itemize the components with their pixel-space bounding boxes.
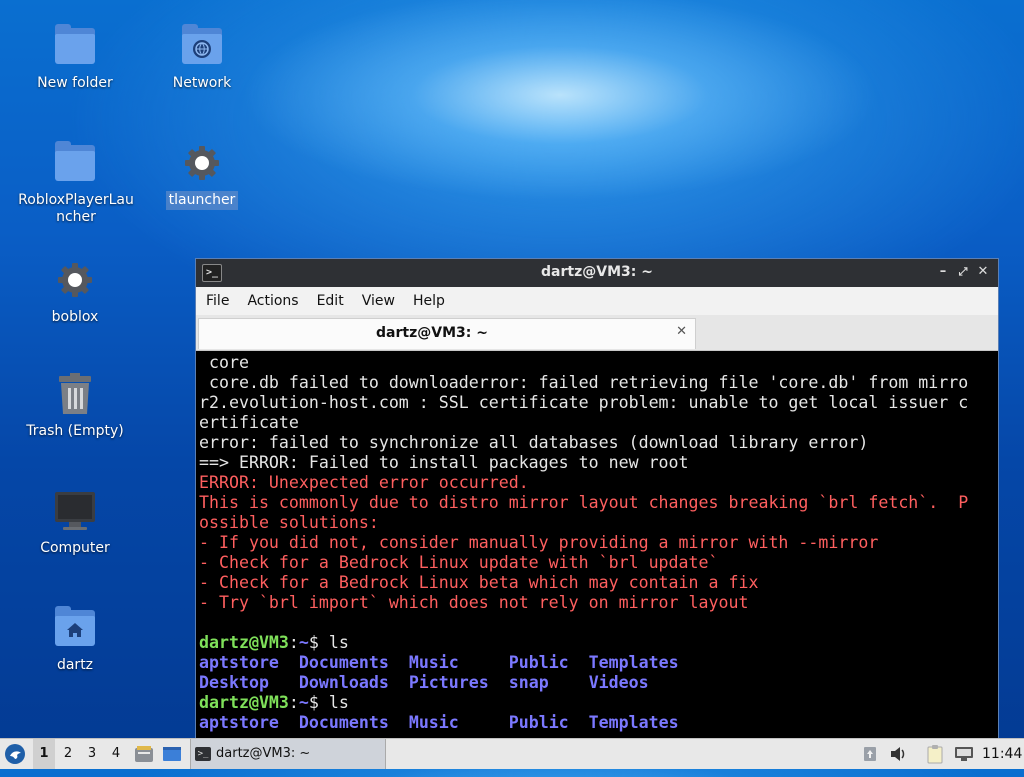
tab-bar: dartz@VM3: ~ ✕ <box>196 315 998 351</box>
desktop-icon-tlauncher[interactable]: tlauncher <box>142 141 262 210</box>
dir-entry: Public <box>508 713 569 732</box>
gear-icon <box>53 258 97 302</box>
clipboard-icon[interactable] <box>926 739 946 769</box>
minimize-icon[interactable]: – <box>934 263 952 281</box>
desktop-icon-label: tlauncher <box>165 191 239 210</box>
desktop-icon-label: RobloxPlayerLauncher <box>18 192 134 225</box>
dir-entry: Documents <box>298 713 389 732</box>
dir-entry: Templates <box>588 653 679 672</box>
desktop-icon-new-folder[interactable]: New folder <box>15 24 135 93</box>
prompt-command: $ ls <box>308 633 349 652</box>
terminal-error-line: - Check for a Bedrock Linux beta which m… <box>199 573 759 592</box>
prompt-path: ~ <box>298 633 309 652</box>
updates-icon[interactable] <box>862 739 880 769</box>
taskbar: 1 2 3 4 >_ dartz@VM3: ~ 11:44 <box>0 738 1024 769</box>
desktop-icon-network[interactable]: Network <box>142 24 262 93</box>
terminal-line: error: failed to synchronize all databas… <box>199 433 869 452</box>
prompt-path: ~ <box>298 693 309 712</box>
prompt: dartz@VM3:~$ ls <box>199 633 349 652</box>
gear-icon <box>180 141 224 185</box>
desktop-icon-label: Network <box>172 75 232 91</box>
clock[interactable]: 11:44 <box>982 739 1022 769</box>
prompt-user: dartz@VM3 <box>199 693 289 712</box>
menu-edit[interactable]: Edit <box>307 287 352 309</box>
prompt-sep: : <box>288 633 299 652</box>
desktop-icon-label: dartz <box>56 657 94 673</box>
terminal-line: core <box>199 353 249 372</box>
dir-entry: Pictures <box>408 673 489 692</box>
terminal-line: r2.evolution-host.com : SSL certificate … <box>199 393 969 412</box>
dir-entry: aptstore <box>199 653 279 672</box>
dir-entry: snap <box>508 673 549 692</box>
desktop-icon-label: Computer <box>40 540 110 556</box>
desktop-icon-robloxplayerlauncher[interactable]: RobloxPlayerLauncher <box>15 141 135 227</box>
tab-label: dartz@VM3: ~ <box>376 325 488 341</box>
dir-entry: Public <box>508 653 569 672</box>
dir-entry: Templates <box>588 713 679 732</box>
terminal-line: ertificate <box>199 413 299 432</box>
menu-view[interactable]: View <box>352 287 403 309</box>
file-manager-icon[interactable] <box>134 739 154 769</box>
menu-actions[interactable]: Actions <box>237 287 306 309</box>
terminal-error-line: - If you did not, consider manually prov… <box>199 533 879 552</box>
window-titlebar[interactable]: >_ dartz@VM3: ~ – ⤢ ✕ <box>196 259 998 287</box>
folder-icon <box>53 141 97 185</box>
workspace-3[interactable]: 3 <box>81 739 103 769</box>
start-menu-icon[interactable] <box>4 739 28 769</box>
terminal-error-line: - Try `brl import` which does not rely o… <box>199 593 749 612</box>
terminal-window[interactable]: >_ dartz@VM3: ~ – ⤢ ✕ File Actions Edit Vie… <box>195 258 999 740</box>
dir-entry: aptstore <box>199 713 279 732</box>
trash-icon <box>53 372 97 416</box>
prompt-sep: : <box>288 693 299 712</box>
menu-help[interactable]: Help <box>403 287 453 309</box>
dir-entry: Documents <box>298 653 389 672</box>
desktop-icon-computer[interactable]: Computer <box>15 489 135 558</box>
folder-icon <box>53 24 97 68</box>
terminal-line: core.db failed to downloaderror: failed … <box>199 373 969 392</box>
home-folder-icon <box>53 606 97 650</box>
menu-bar: File Actions Edit View Help <box>196 287 998 315</box>
workspace-4[interactable]: 4 <box>105 739 127 769</box>
desktop-icon-label: New folder <box>37 75 113 91</box>
network-status-icon[interactable] <box>954 739 974 769</box>
volume-icon[interactable] <box>889 739 909 769</box>
menu-file[interactable]: File <box>196 287 237 309</box>
desktop-icon-boblox[interactable]: boblox <box>15 258 135 327</box>
terminal-output[interactable]: core core.db failed to downloaderror: fa… <box>196 351 998 739</box>
terminal-error-line: ossible solutions: <box>199 513 379 532</box>
terminal-error-line: - Check for a Bedrock Linux update with … <box>199 553 719 572</box>
terminal-error-line: ERROR: Unexpected error occurred. <box>199 473 529 492</box>
prompt-user: dartz@VM3 <box>199 633 289 652</box>
prompt-command: $ ls <box>308 693 349 712</box>
network-folder-icon <box>180 24 224 68</box>
dir-entry: Music <box>408 653 459 672</box>
tab-close-icon[interactable]: ✕ <box>676 324 687 339</box>
dir-entry: Downloads <box>298 673 389 692</box>
dir-entry: Desktop <box>199 673 269 692</box>
dir-entry: Music <box>408 713 459 732</box>
desktop-icon-label: Trash (Empty) <box>26 423 124 439</box>
monitor-icon <box>53 489 97 533</box>
task-label: dartz@VM3: ~ <box>216 746 311 761</box>
terminal-app-icon: >_ <box>195 746 211 761</box>
maximize-icon[interactable]: ⤢ <box>954 263 972 281</box>
show-desktop-icon[interactable] <box>162 739 184 769</box>
desktop-icon-label: boblox <box>51 309 99 325</box>
workspace-2[interactable]: 2 <box>57 739 79 769</box>
prompt: dartz@VM3:~$ ls <box>199 693 349 712</box>
terminal-line: ==> ERROR: Failed to install packages to… <box>199 453 689 472</box>
desktop-icon-trash[interactable]: Trash (Empty) <box>15 372 135 441</box>
workspace-1[interactable]: 1 <box>33 739 55 769</box>
taskbar-item-terminal[interactable]: >_ dartz@VM3: ~ <box>190 739 386 769</box>
tab-terminal[interactable]: dartz@VM3: ~ ✕ <box>198 318 696 349</box>
window-title: dartz@VM3: ~ <box>541 264 653 280</box>
terminal-error-line: This is commonly due to distro mirror la… <box>199 493 969 512</box>
dir-entry: Videos <box>588 673 649 692</box>
desktop-icon-dartz[interactable]: dartz <box>15 606 135 675</box>
close-icon[interactable]: ✕ <box>974 263 992 281</box>
